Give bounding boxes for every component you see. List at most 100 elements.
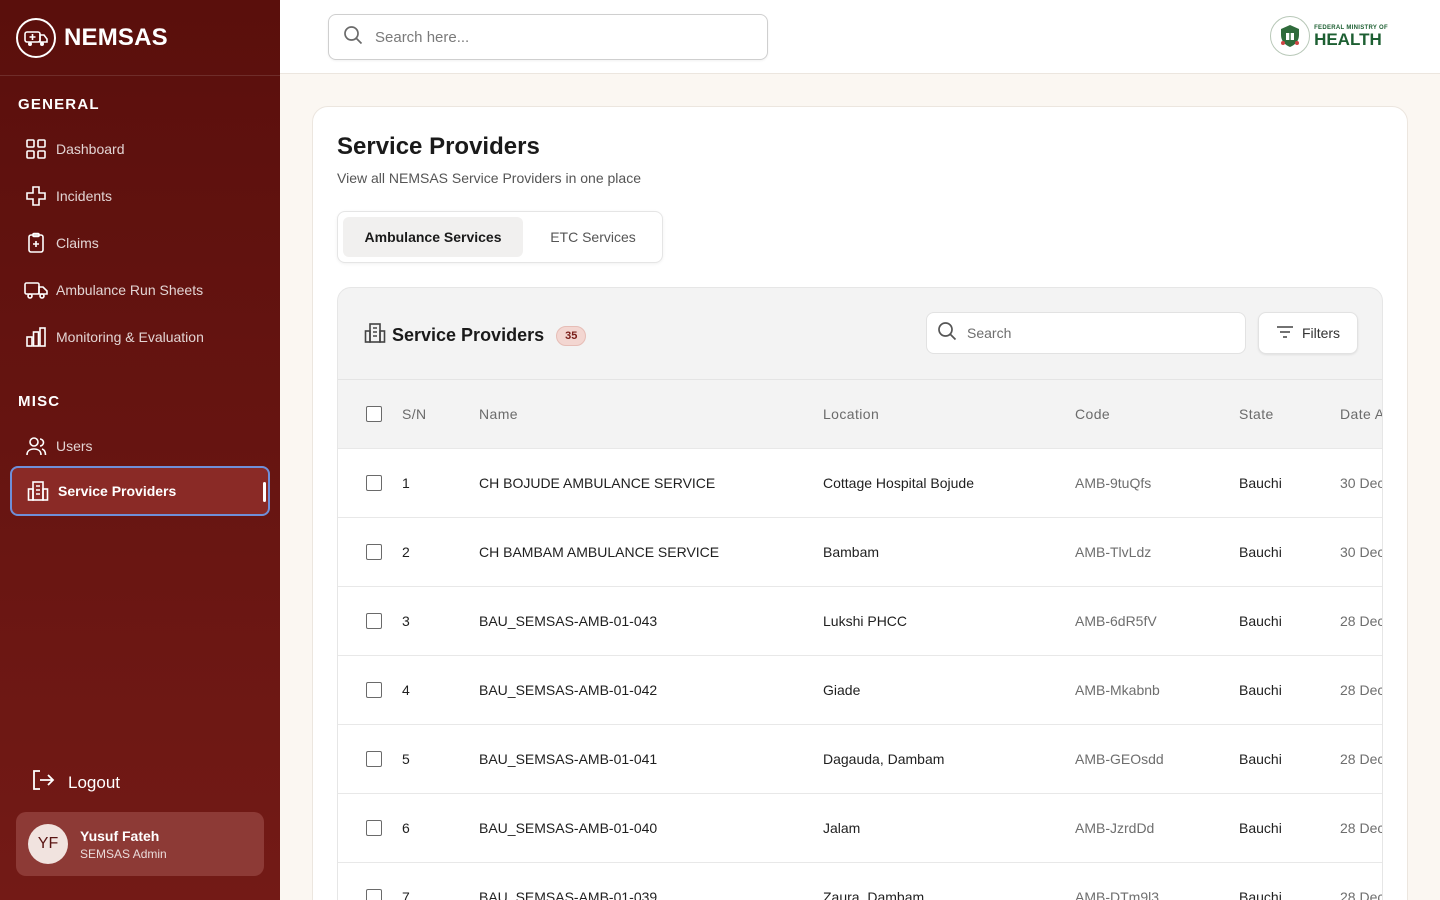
global-search-input[interactable] bbox=[375, 28, 735, 46]
row-checkbox[interactable] bbox=[366, 682, 382, 698]
row-checkbox[interactable] bbox=[366, 751, 382, 767]
tab-ambulance-services[interactable]: Ambulance Services bbox=[343, 217, 523, 257]
cell-state: Bauchi bbox=[1239, 751, 1282, 767]
cell-name: BAU_SEMSAS-AMB-01-039 bbox=[479, 889, 658, 900]
row-checkbox[interactable] bbox=[366, 820, 382, 836]
cell-sn: 1 bbox=[402, 475, 410, 491]
cell-code: AMB-Mkabnb bbox=[1075, 682, 1160, 698]
medical-cross-icon bbox=[24, 184, 48, 208]
cell-state: Bauchi bbox=[1239, 544, 1282, 560]
table-row[interactable]: 5 BAU_SEMSAS-AMB-01-041 Dagauda, Dambam … bbox=[338, 724, 1382, 793]
row-checkbox[interactable] bbox=[366, 889, 382, 900]
column-header-date[interactable]: Date A bbox=[1340, 406, 1382, 422]
column-header-code[interactable]: Code bbox=[1075, 406, 1110, 422]
count-badge: 35 bbox=[556, 325, 587, 346]
table-search[interactable] bbox=[926, 312, 1246, 354]
cell-state: Bauchi bbox=[1239, 889, 1282, 900]
general-section-title: GENERAL bbox=[18, 96, 100, 113]
page-title: Service Providers bbox=[337, 133, 540, 160]
misc-section-title: MISC bbox=[18, 393, 61, 410]
sidebar-item-label: Ambulance Run Sheets bbox=[56, 282, 204, 298]
user-name: Yusuf Fateh bbox=[80, 827, 160, 844]
cell-sn: 6 bbox=[402, 820, 410, 836]
topbar: FEDERAL MINISTRY OF HEALTH bbox=[280, 0, 1440, 74]
nemsas-logo-icon bbox=[16, 17, 56, 58]
cell-date: 28 Dec bbox=[1340, 751, 1383, 767]
coat-of-arms-icon bbox=[1270, 16, 1311, 56]
sidebar: NEMSAS GENERAL Dashboard Incidents Claim… bbox=[0, 0, 280, 900]
row-checkbox[interactable] bbox=[366, 613, 382, 629]
search-icon bbox=[937, 321, 957, 346]
cell-sn: 3 bbox=[402, 613, 410, 629]
user-profile-card[interactable]: YF Yusuf Fateh SEMSAS Admin bbox=[16, 812, 264, 876]
users-icon bbox=[24, 434, 48, 458]
table-row[interactable]: 3 BAU_SEMSAS-AMB-01-043 Lukshi PHCC AMB-… bbox=[338, 586, 1382, 655]
sidebar-item-monitoring-evaluation[interactable]: Monitoring & Evaluation bbox=[10, 313, 270, 361]
sidebar-item-incidents[interactable]: Incidents bbox=[10, 172, 270, 220]
table-row[interactable]: 1 CH BOJUDE AMBULANCE SERVICE Cottage Ho… bbox=[338, 448, 1382, 517]
cell-name: BAU_SEMSAS-AMB-01-041 bbox=[479, 751, 658, 767]
cell-name: BAU_SEMSAS-AMB-01-042 bbox=[479, 682, 658, 698]
cell-date: 28 Dec bbox=[1340, 820, 1383, 836]
cell-sn: 2 bbox=[402, 544, 410, 560]
ambulance-icon bbox=[24, 278, 48, 302]
sidebar-item-label: Claims bbox=[56, 235, 99, 251]
table-row[interactable]: 6 BAU_SEMSAS-AMB-01-040 Jalam AMB-JzrdDd… bbox=[338, 793, 1382, 862]
cell-sn: 5 bbox=[402, 751, 410, 767]
cell-name: CH BAMBAM AMBULANCE SERVICE bbox=[479, 544, 720, 560]
row-checkbox[interactable] bbox=[366, 475, 382, 491]
sidebar-item-users[interactable]: Users bbox=[10, 422, 270, 470]
global-search[interactable] bbox=[328, 14, 768, 60]
cell-sn: 4 bbox=[402, 682, 410, 698]
sidebar-item-claims[interactable]: Claims bbox=[10, 219, 270, 267]
cell-date: 30 Dec bbox=[1340, 544, 1383, 560]
sidebar-item-dashboard[interactable]: Dashboard bbox=[10, 125, 270, 173]
cell-location: Lukshi PHCC bbox=[823, 613, 908, 629]
cell-code: AMB-JzrdDd bbox=[1075, 820, 1155, 836]
search-icon bbox=[343, 25, 363, 50]
cell-date: 28 Dec bbox=[1340, 613, 1383, 629]
row-checkbox[interactable] bbox=[366, 544, 382, 560]
tab-etc-services[interactable]: ETC Services bbox=[528, 217, 658, 257]
table-row[interactable]: 4 BAU_SEMSAS-AMB-01-042 Giade AMB-Mkabnb… bbox=[338, 655, 1382, 724]
column-header-sn[interactable]: S/N bbox=[402, 406, 427, 422]
page-subtitle: View all NEMSAS Service Providers in one… bbox=[337, 170, 641, 186]
providers-table: S/N Name Location Code State Date A 1 CH… bbox=[338, 379, 1382, 900]
filters-button[interactable]: Filters bbox=[1258, 312, 1358, 354]
sidebar-item-label: Dashboard bbox=[56, 141, 125, 157]
sidebar-item-service-providers[interactable]: Service Providers bbox=[10, 466, 270, 516]
clipboard-plus-icon bbox=[24, 231, 48, 255]
cell-code: AMB-DTm9l3 bbox=[1075, 889, 1160, 900]
sidebar-item-ambulance-run-sheets[interactable]: Ambulance Run Sheets bbox=[10, 266, 270, 314]
brand[interactable]: NEMSAS bbox=[0, 0, 280, 76]
cell-date: 28 Dec bbox=[1340, 682, 1383, 698]
ministry-of-health-logo: FEDERAL MINISTRY OF HEALTH bbox=[1270, 16, 1388, 56]
cell-state: Bauchi bbox=[1239, 682, 1282, 698]
sidebar-item-label: Users bbox=[56, 438, 93, 454]
cell-name: BAU_SEMSAS-AMB-01-040 bbox=[479, 820, 658, 836]
cell-location: Bambam bbox=[823, 544, 880, 560]
grid-icon bbox=[24, 137, 48, 161]
cell-state: Bauchi bbox=[1239, 475, 1282, 491]
table-row[interactable]: 2 CH BAMBAM AMBULANCE SERVICE Bambam AMB… bbox=[338, 517, 1382, 586]
cell-location: Jalam bbox=[823, 820, 861, 836]
column-header-name[interactable]: Name bbox=[479, 406, 518, 422]
cell-location: Cottage Hospital Bojude bbox=[823, 475, 974, 491]
service-tabs: Ambulance Services ETC Services bbox=[337, 211, 663, 263]
table-search-input[interactable] bbox=[967, 325, 1227, 341]
cell-code: AMB-TlvLdz bbox=[1075, 544, 1152, 560]
logout-label: Logout bbox=[68, 772, 120, 792]
logout-icon bbox=[30, 768, 56, 797]
cell-name: CH BOJUDE AMBULANCE SERVICE bbox=[479, 475, 716, 491]
table-header: S/N Name Location Code State Date A bbox=[338, 379, 1382, 448]
ministry-big-text: HEALTH bbox=[1314, 29, 1382, 49]
logout-button[interactable]: Logout bbox=[30, 768, 120, 797]
building-icon bbox=[26, 479, 50, 503]
column-header-location[interactable]: Location bbox=[823, 406, 879, 422]
select-all-checkbox[interactable] bbox=[366, 406, 382, 422]
column-header-state[interactable]: State bbox=[1239, 406, 1274, 422]
cell-state: Bauchi bbox=[1239, 613, 1282, 629]
sidebar-item-label: Monitoring & Evaluation bbox=[56, 329, 204, 345]
filter-icon bbox=[1276, 325, 1294, 342]
table-row[interactable]: 7 BAU_SEMSAS-AMB-01-039 Zaura, Dambam AM… bbox=[338, 862, 1382, 900]
